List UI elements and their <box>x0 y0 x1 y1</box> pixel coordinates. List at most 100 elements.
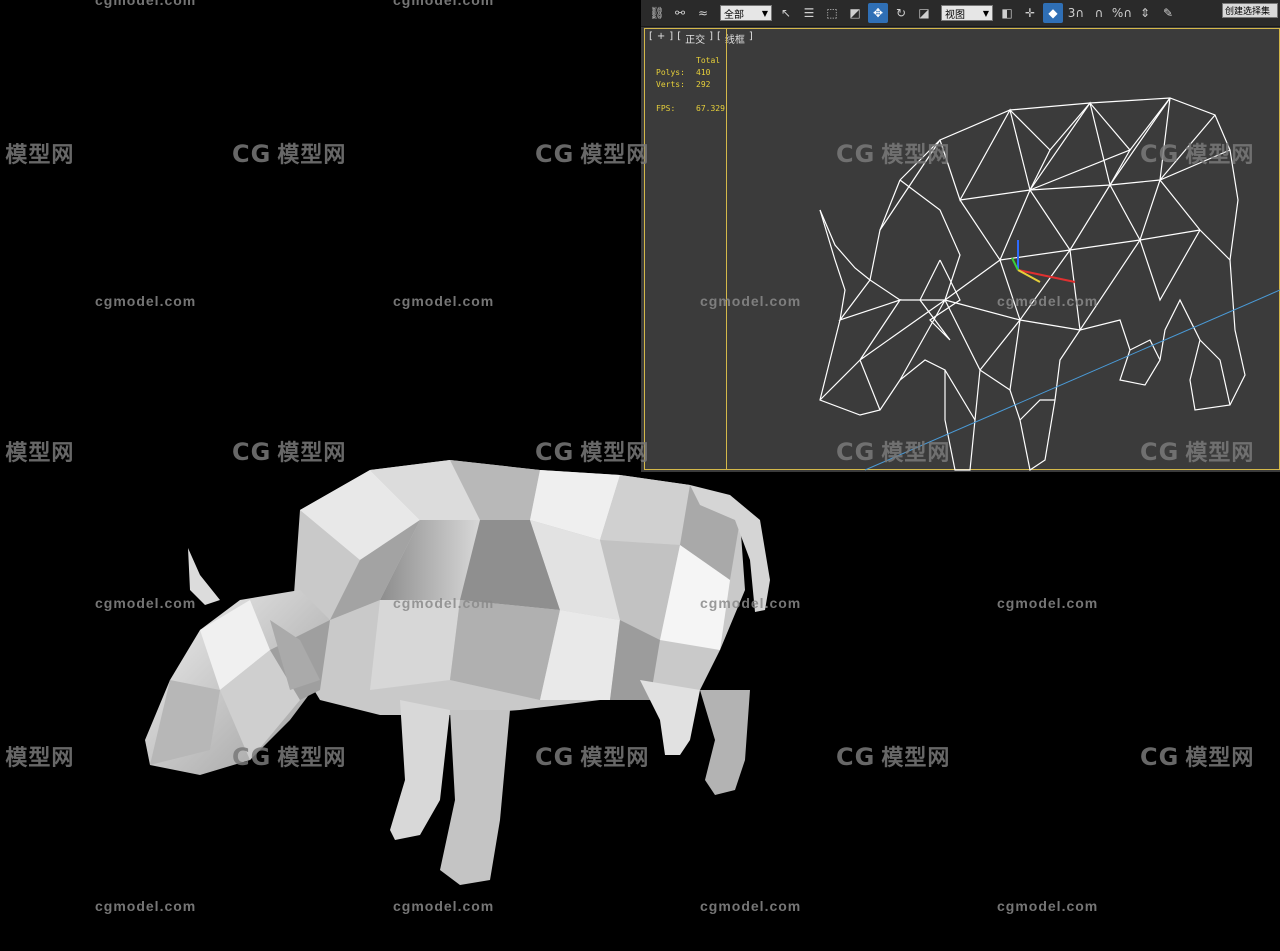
watermark-logo: CG <box>535 140 575 168</box>
watermark-cn: CG模型网 <box>836 740 950 772</box>
viewport-label[interactable]: [ + ] [ 正交 ] [ 线框 ] <box>649 31 753 46</box>
polys-value: 410 <box>696 68 711 77</box>
watermark-logo: CG <box>535 743 575 771</box>
watermark-cn: CG模型网 <box>232 137 346 169</box>
watermark-en: cgmodel.com <box>700 898 802 914</box>
vp-label-shading-menu[interactable]: 线框 <box>725 31 745 46</box>
angle-snap-icon[interactable]: ∩ <box>1089 3 1109 23</box>
spinner-snap-icon[interactable]: ⇕ <box>1135 3 1155 23</box>
rect-selection-icon[interactable]: ⬚ <box>822 3 842 23</box>
fps-label: FPS: <box>656 104 676 113</box>
watermark-en: cgmodel.com <box>393 595 495 611</box>
watermark-logo: CG <box>836 140 876 168</box>
watermark-cn: CG模型网 <box>535 435 649 467</box>
watermark-cn-text: 模型网 <box>881 746 951 771</box>
keyboard-shortcut-override-icon[interactable]: ◆ <box>1043 3 1063 23</box>
stats-divider-line <box>726 28 727 470</box>
stats-header: Total <box>696 56 721 65</box>
snaps-toggle-icon[interactable]: 3 ∩ <box>1066 3 1086 23</box>
watermark-en: cgmodel.com <box>997 595 1099 611</box>
watermark-logo: CG <box>836 438 876 466</box>
watermark-cn-text: 模型网 <box>277 441 347 466</box>
watermark-cn-text: 模型网 <box>277 143 347 168</box>
named-selection-field[interactable]: 创建选择集 <box>1222 3 1278 18</box>
chevron-down-icon: ▼ <box>982 8 989 18</box>
watermark-en: cgmodel.com <box>95 0 197 8</box>
window-crossing-icon[interactable]: ◩ <box>845 3 865 23</box>
watermark-en: cgmodel.com <box>700 595 802 611</box>
watermark-logo: CG <box>232 743 272 771</box>
percent-snap-icon[interactable]: % ∩ <box>1112 3 1132 23</box>
watermark-en: cgmodel.com <box>95 595 197 611</box>
vp-label-bracket: ] <box>748 31 753 42</box>
viewport-panel[interactable]: ⛓ ⚯ ≈ 全部 ▼ ↖ ☰ ⬚ ◩ ✥ ↻ ◪ 视图 ▼ ◧ ✛ ◆ 3 ∩ ∩ %… <box>641 0 1280 472</box>
watermark-cn-text: 模型网 <box>881 441 951 466</box>
polys-label: Polys: <box>656 68 685 77</box>
watermark-cn: CG模型网 <box>232 740 346 772</box>
bind-space-warp-icon[interactable]: ≈ <box>693 3 713 23</box>
watermark-cn-text: 模型网 <box>1185 143 1255 168</box>
watermark-cn: CG模型网 <box>0 740 74 772</box>
reference-coord-value: 视图 <box>945 9 965 21</box>
vp-label-bracket: ] <box>709 31 714 42</box>
select-object-icon[interactable]: ↖ <box>776 3 796 23</box>
watermark-cn: CG模型网 <box>1140 435 1254 467</box>
reference-coord-dropdown[interactable]: 视图 ▼ <box>941 5 993 21</box>
watermark-cn-text: 模型网 <box>580 746 650 771</box>
vp-label-general-menu[interactable]: + <box>657 31 665 46</box>
watermark-logo: CG <box>836 743 876 771</box>
edit-named-selection-icon[interactable]: ✎ <box>1158 3 1178 23</box>
watermark-cn: CG模型网 <box>0 137 74 169</box>
select-manipulate-icon[interactable]: ✛ <box>1020 3 1040 23</box>
watermark-en: cgmodel.com <box>997 293 1099 309</box>
watermark-en: cgmodel.com <box>393 898 495 914</box>
viewport-statistics: Total Polys: 410 Verts: 292 FPS: 67.329 <box>656 55 725 115</box>
vp-label-bracket: [ <box>649 31 653 42</box>
vp-label-view-menu[interactable]: 正交 <box>685 31 705 46</box>
watermark-logo: CG <box>1140 743 1180 771</box>
pivot-center-icon[interactable]: ◧ <box>997 3 1017 23</box>
select-rotate-icon[interactable]: ↻ <box>891 3 911 23</box>
unlink-icon[interactable]: ⚯ <box>670 3 690 23</box>
watermark-cn: CG模型网 <box>1140 740 1254 772</box>
watermark-cn-text: 模型网 <box>5 143 75 168</box>
select-scale-icon[interactable]: ◪ <box>914 3 934 23</box>
snap-label: 3 <box>1067 6 1076 20</box>
watermark-logo: CG <box>1140 438 1180 466</box>
watermark-cn-text: 模型网 <box>580 441 650 466</box>
verts-label: Verts: <box>656 80 685 89</box>
watermark-cn: CG模型网 <box>232 435 346 467</box>
watermark-logo: CG <box>232 140 272 168</box>
watermark-cn-text: 模型网 <box>1185 441 1255 466</box>
watermark-cn-text: 模型网 <box>1185 746 1255 771</box>
percent-snap-label: % <box>1111 6 1124 20</box>
vp-label-bracket: ] <box>669 31 674 42</box>
verts-value: 292 <box>696 80 711 89</box>
watermark-cn: CG模型网 <box>535 137 649 169</box>
watermark-en: cgmodel.com <box>95 293 197 309</box>
vp-label-bracket: [ <box>717 31 721 42</box>
watermark-en: cgmodel.com <box>997 898 1099 914</box>
watermark-cn: CG模型网 <box>535 740 649 772</box>
watermark-cn: CG模型网 <box>836 435 950 467</box>
watermark-en: cgmodel.com <box>700 293 802 309</box>
watermark-cn-text: 模型网 <box>881 143 951 168</box>
watermark-cn: CG模型网 <box>1140 137 1254 169</box>
watermark-logo: CG <box>535 438 575 466</box>
link-icon[interactable]: ⛓ <box>647 3 667 23</box>
watermark-cn-text: 模型网 <box>5 441 75 466</box>
select-move-icon[interactable]: ✥ <box>868 3 888 23</box>
select-by-name-icon[interactable]: ☰ <box>799 3 819 23</box>
watermark-cn-text: 模型网 <box>5 746 75 771</box>
selection-filter-dropdown[interactable]: 全部 ▼ <box>720 5 772 21</box>
viewport-frame <box>644 28 1280 470</box>
chevron-down-icon: ▼ <box>761 8 768 18</box>
watermark-cn-text: 模型网 <box>580 143 650 168</box>
watermark-en: cgmodel.com <box>95 898 197 914</box>
fps-value: 67.329 <box>696 104 725 113</box>
watermark-cn-text: 模型网 <box>277 746 347 771</box>
main-toolbar: ⛓ ⚯ ≈ 全部 ▼ ↖ ☰ ⬚ ◩ ✥ ↻ ◪ 视图 ▼ ◧ ✛ ◆ 3 ∩ ∩ %… <box>641 0 1280 27</box>
watermark-logo: CG <box>232 438 272 466</box>
vp-label-bracket: [ <box>677 31 682 42</box>
watermark-cn: CG模型网 <box>0 435 74 467</box>
